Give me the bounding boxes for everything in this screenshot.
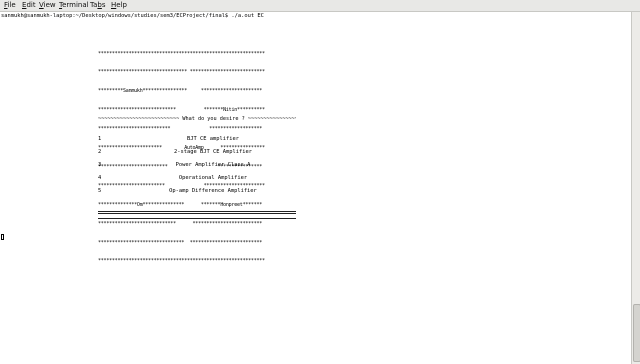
menu-terminal-label: erminal (62, 1, 89, 9)
option-label: BJT CE amplifier (187, 136, 239, 142)
option-number: 5 (98, 188, 102, 194)
menu-edit-label: dit (26, 1, 36, 9)
menu-bar: File Edit View Terminal Tabs Help (0, 0, 640, 12)
art-line: **************************** *******Niti… (98, 107, 265, 114)
option-label: Operational Amplifier (178, 175, 248, 181)
option-number: 2 (98, 149, 102, 155)
shell-prompt: sanmukh@sanmukh-laptop:~/Desktop/windows… (1, 13, 264, 19)
art-line: ****************************************… (98, 258, 265, 265)
menu-option: 3 Power Amplifier Class A (98, 162, 296, 169)
menu-file-label: ile (7, 1, 16, 9)
option-label: 2-stage BJT CE Amplifier (174, 149, 252, 155)
option-number: 4 (98, 175, 102, 181)
menu-edit[interactable]: Edit (22, 1, 36, 10)
art-line: **************Om*************** *******H… (98, 201, 263, 208)
option-label: Op-amp Difference Amplifier (169, 188, 257, 194)
menu-prompt-separator: ~~~~~~~~~~~~~~~~~~~~~~~~~~ What do you d… (98, 116, 296, 122)
menu-option: 5 Op-amp Difference Amplifier (98, 188, 296, 195)
menu-option: 4 Operational Amplifier (98, 175, 296, 182)
menu-option: 1 BJT CE amplifier (98, 136, 296, 143)
menu-tabs[interactable]: Tabs (90, 1, 106, 10)
art-line: **************************** ***********… (98, 220, 263, 227)
menu-terminal[interactable]: Terminal (59, 1, 89, 10)
menu-option: 2 2-stage BJT CE Amplifier (98, 149, 296, 156)
divider-line (98, 218, 296, 219)
menu-view-label: iew (43, 1, 56, 9)
menu-tabs-label-b: s (101, 1, 106, 9)
menu-help-label: elp (116, 1, 127, 9)
option-number: 3 (98, 162, 102, 168)
menu-file[interactable]: File (4, 1, 16, 10)
art-line: *********Sanmukh**************** *******… (98, 88, 263, 95)
option-number: 1 (98, 136, 102, 142)
art-line: ******************************** *******… (98, 69, 265, 76)
vertical-scrollbar[interactable] (631, 12, 640, 364)
scrollbar-thumb[interactable] (633, 304, 640, 362)
divider-line (98, 211, 296, 212)
menu-view[interactable]: View (39, 1, 56, 10)
text-cursor (1, 234, 4, 240)
terminal-area[interactable] (0, 12, 631, 364)
art-line: ************************** *************… (98, 126, 263, 133)
divider-line (98, 213, 296, 214)
menu-help[interactable]: Help (111, 1, 127, 10)
option-label: Power Amplifier Class A (175, 162, 251, 168)
art-line: ******************************* ********… (98, 239, 263, 246)
art-line: ****************************************… (98, 50, 265, 57)
